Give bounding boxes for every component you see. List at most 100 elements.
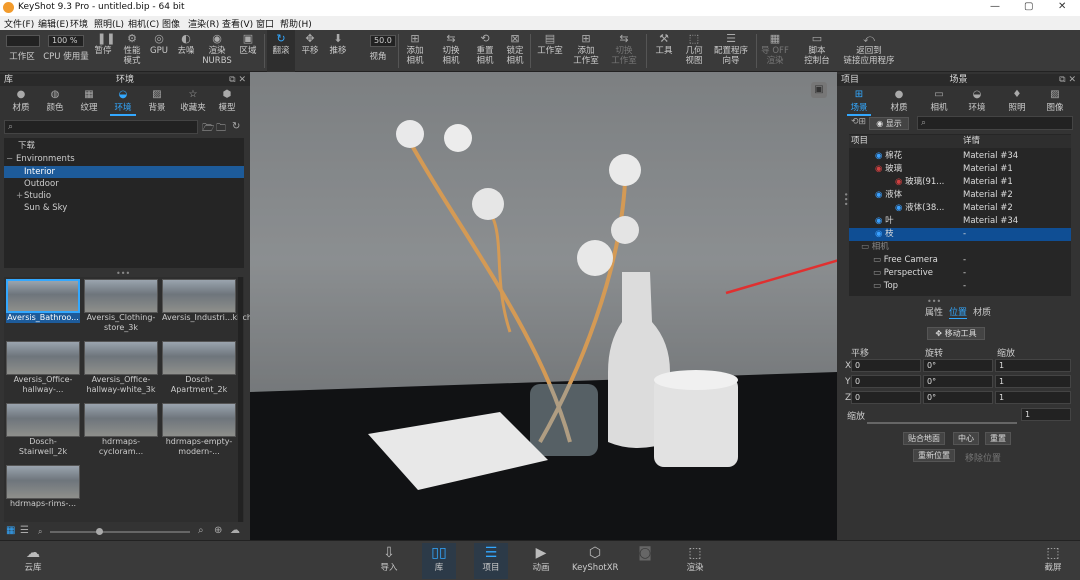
- keyshotxr-button[interactable]: ⬡ KeyShotXR: [572, 543, 618, 579]
- scene-row[interactable]: ◉ 液体(38... Material #2: [849, 202, 1071, 215]
- tab-materials[interactable]: ● 材质: [8, 89, 34, 113]
- tumble-button[interactable]: ↻ 翻滚: [267, 30, 295, 72]
- cloud-library-button[interactable]: ☁ 云库: [16, 543, 50, 579]
- scene-tools-icon[interactable]: ⟲⊞: [851, 117, 866, 127]
- close-button[interactable]: ✕: [1058, 1, 1066, 12]
- thumbnails-scrollbar[interactable]: [238, 277, 243, 522]
- vr-button[interactable]: ◙: [628, 543, 662, 579]
- eye-hidden-icon[interactable]: ◉: [895, 177, 905, 187]
- tab-lighting[interactable]: ♦ 照明: [1005, 89, 1029, 113]
- import-button[interactable]: ⇩ 导入: [372, 543, 406, 579]
- tools-button[interactable]: ⚒ 工具: [650, 30, 678, 72]
- add-folder-icon[interactable]: 🗀: [216, 121, 226, 138]
- render-nurbs-button[interactable]: ◉ 渲染 NURBS: [202, 30, 232, 72]
- thumbnail-item[interactable]: Dosch-Apartment_2k: [162, 341, 236, 401]
- tab-image[interactable]: ▨ 图像: [1043, 89, 1067, 113]
- subtab-material[interactable]: 材质: [973, 305, 991, 318]
- menu-edit[interactable]: 编辑(E): [38, 17, 69, 30]
- workspace-button[interactable]: 工作区: [4, 30, 40, 72]
- tree-item-downloads[interactable]: 下载: [4, 140, 244, 152]
- panel-float-icon[interactable]: ⧉ ✕: [229, 74, 246, 86]
- menu-image[interactable]: 图像: [162, 17, 180, 30]
- translate-y-input[interactable]: 0: [851, 375, 921, 388]
- view-angle-button[interactable]: 视角: [360, 30, 396, 72]
- project-button[interactable]: ☰ 项目: [474, 543, 508, 579]
- screenshot-button[interactable]: ⬚ 截屏: [1036, 543, 1070, 579]
- scene-row-selected[interactable]: ◉ 枝-: [849, 228, 1071, 241]
- studio-button[interactable]: ▤ 工作室: [534, 30, 566, 72]
- thumbnail-item[interactable]: hdrmaps-cycloram...: [84, 403, 158, 463]
- tab-textures[interactable]: ▦ 纹理: [76, 89, 102, 113]
- menu-camera[interactable]: 相机(C): [128, 17, 159, 30]
- tree-item-sun-sky[interactable]: Sun & Sky: [4, 202, 244, 214]
- snap-to-ground-button[interactable]: 贴合地面: [903, 432, 945, 445]
- region-button[interactable]: ▣ 区域: [236, 30, 260, 72]
- eye-icon[interactable]: ◉: [875, 216, 885, 226]
- tree-item-interior[interactable]: Interior: [4, 166, 244, 178]
- subtab-position[interactable]: 位置: [949, 305, 968, 319]
- reposition-button[interactable]: 重新位置: [913, 449, 955, 462]
- performance-mode-button[interactable]: ⚙ 性能 模式: [118, 30, 146, 72]
- scene-search-input[interactable]: ⌕: [917, 116, 1073, 130]
- scene-row[interactable]: ▭ Top -: [849, 280, 1071, 293]
- render-button[interactable]: ⬚ 渲染: [678, 543, 712, 579]
- maximize-button[interactable]: ▢: [1024, 1, 1033, 12]
- uniform-scale-input[interactable]: 1: [1021, 408, 1071, 421]
- scale-x-input[interactable]: 1: [995, 359, 1071, 372]
- scene-row[interactable]: ▭ Perspective -: [849, 267, 1071, 280]
- uniform-scale-slider[interactable]: [867, 422, 1017, 424]
- menu-environment[interactable]: 环境: [70, 17, 88, 30]
- tab-backgrounds[interactable]: ▨ 背景: [144, 89, 170, 113]
- zoom-out-icon[interactable]: ⌕: [38, 527, 42, 537]
- menu-lighting[interactable]: 照明(L): [94, 17, 124, 30]
- scale-y-input[interactable]: 1: [995, 375, 1071, 388]
- eye-icon[interactable]: ◉: [875, 151, 885, 161]
- refresh-icon[interactable]: ↻: [232, 121, 240, 132]
- thumbnail-item[interactable]: Aversis_Office-hallway-...: [6, 341, 80, 401]
- scene-row[interactable]: ◉ 叶 Material #34: [849, 215, 1071, 228]
- geometry-view-button[interactable]: ⬚ 几何 视图: [680, 30, 708, 72]
- menu-view[interactable]: 查看(V): [222, 17, 253, 30]
- switch-camera-button[interactable]: ⇆ 切换 相机: [438, 30, 464, 72]
- menu-window[interactable]: 窗口: [256, 17, 274, 30]
- eye-hidden-icon[interactable]: ◉: [875, 164, 885, 174]
- rotate-z-input[interactable]: 0°: [923, 391, 993, 404]
- eye-icon[interactable]: ◉: [875, 229, 885, 239]
- move-tool-button[interactable]: ✥ 移动工具: [927, 327, 985, 340]
- thumbnail-item[interactable]: Aversis_Bathroo...: [6, 279, 80, 339]
- tab-scene[interactable]: ⊞ 场景: [847, 89, 871, 116]
- viewport-overlay-icon[interactable]: ▣: [811, 82, 827, 98]
- tree-item-environments[interactable]: − Environments: [4, 153, 244, 165]
- scene-row[interactable]: ◉ 玻璃(91... Material #1: [849, 176, 1071, 189]
- scene-row[interactable]: ◉ 玻璃 Material #1: [849, 163, 1071, 176]
- minimize-button[interactable]: —: [990, 1, 1000, 12]
- thumbnail-item[interactable]: Aversis_Industri...kitchen_3k: [162, 279, 276, 339]
- thumbnail-item[interactable]: Dosch-Stairwell_2k: [6, 403, 80, 463]
- library-button[interactable]: ▯▯ 库: [422, 543, 456, 579]
- thumbnail-item[interactable]: Aversis_Clothing-store_3k: [84, 279, 158, 339]
- pause-button[interactable]: ❚❚ 暂停: [92, 30, 115, 72]
- render-off-button[interactable]: ▦ 导 OFF 渲染: [760, 30, 790, 72]
- slider-handle[interactable]: [96, 528, 103, 535]
- dolly-button[interactable]: ⬇ 推移: [326, 30, 350, 72]
- render-viewport[interactable]: ▣: [250, 72, 837, 540]
- remove-position-button[interactable]: 移除位置: [965, 451, 1001, 464]
- grid-view-icon[interactable]: ▦: [6, 525, 15, 536]
- reset-button[interactable]: 重置: [985, 432, 1011, 445]
- scene-row[interactable]: ▭ Free Camera -: [849, 254, 1071, 267]
- library-search-input[interactable]: ⌕: [4, 120, 198, 134]
- add-camera-button[interactable]: ⊞ 添加 相机: [402, 30, 428, 72]
- tree-item-outdoor[interactable]: Outdoor: [4, 178, 244, 190]
- animation-button[interactable]: ▶ 动画: [524, 543, 558, 579]
- tab-environments[interactable]: ◒ 环境: [110, 89, 136, 116]
- show-button[interactable]: ◉ 显示: [869, 117, 909, 130]
- lock-camera-button[interactable]: ⊠ 锁定 相机: [502, 30, 528, 72]
- panel-float-icon[interactable]: ⧉ ✕: [1059, 74, 1076, 86]
- rotate-y-input[interactable]: 0°: [923, 375, 993, 388]
- scene-row[interactable]: ▭ 相机: [849, 241, 1071, 254]
- translate-x-input[interactable]: 0: [851, 359, 921, 372]
- denoise-button[interactable]: ◐ 去噪: [174, 30, 198, 72]
- thumbnail-item[interactable]: hdrmaps-empty-modern-...: [162, 403, 236, 463]
- thumbnail-size-slider[interactable]: [50, 531, 190, 533]
- splitter-handle[interactable]: •••: [841, 192, 850, 206]
